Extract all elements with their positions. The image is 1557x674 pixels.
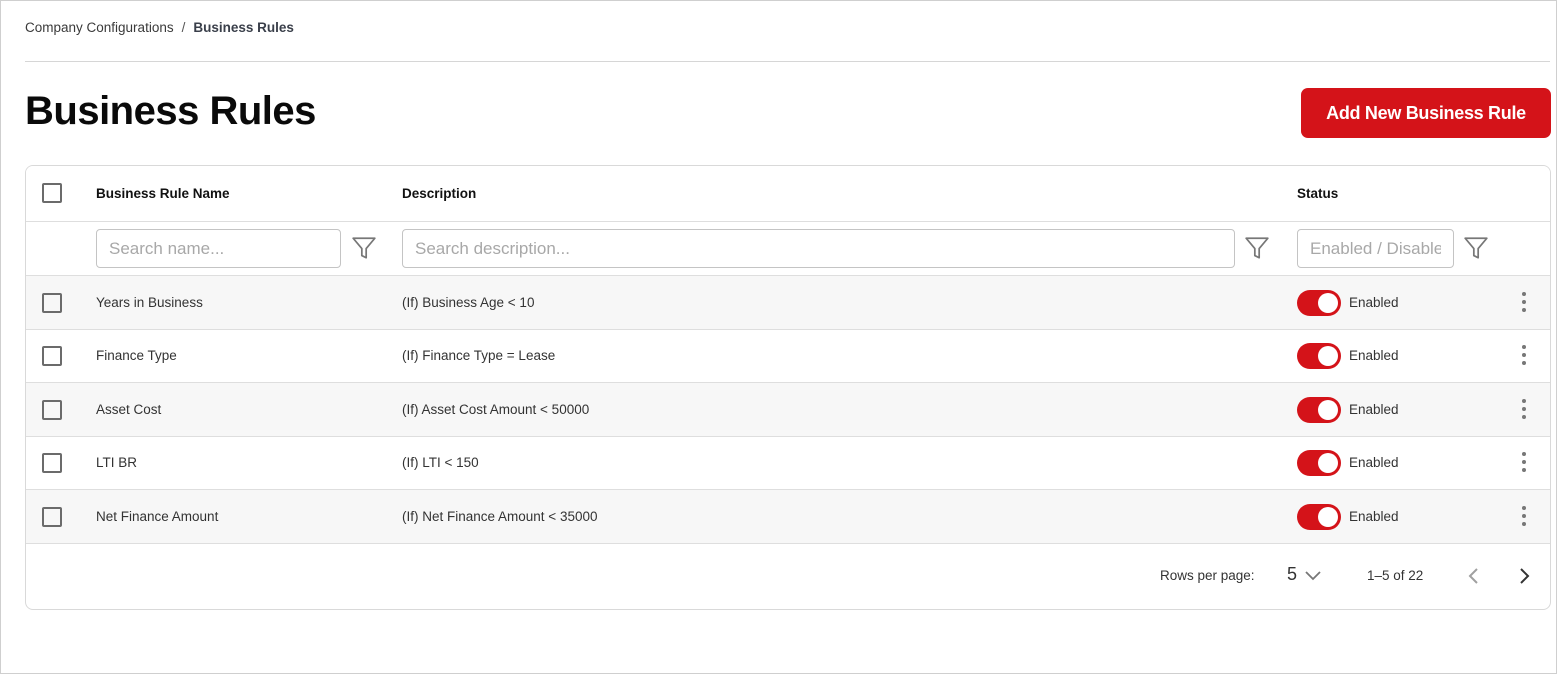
rule-name: LTI BR [96, 455, 138, 470]
table-row[interactable]: Net Finance Amount (If) Net Finance Amou… [26, 490, 1550, 544]
breadcrumb-separator: / [181, 20, 186, 35]
row-checkbox[interactable] [42, 293, 62, 313]
row-checkbox[interactable] [42, 453, 62, 473]
row-checkbox[interactable] [42, 507, 62, 527]
table-row[interactable]: Finance Type (If) Finance Type = Lease E… [26, 330, 1550, 383]
rule-description: (If) Asset Cost Amount < 50000 [402, 402, 590, 417]
status-toggle[interactable] [1297, 290, 1341, 316]
filter-icon[interactable] [1244, 235, 1270, 261]
rule-name: Net Finance Amount [96, 509, 219, 524]
status-toggle[interactable] [1297, 397, 1341, 423]
more-vertical-icon[interactable] [1520, 506, 1528, 528]
chevron-left-icon[interactable] [1466, 566, 1482, 586]
column-header-description[interactable]: Description [402, 186, 476, 201]
rule-description: (If) LTI < 150 [402, 455, 479, 470]
select-all-checkbox[interactable] [42, 183, 62, 203]
rows-per-page-label: Rows per page: [1160, 568, 1255, 583]
breadcrumb: Company Configurations / Business Rules [25, 20, 294, 35]
status-label: Enabled [1349, 455, 1399, 470]
more-vertical-icon[interactable] [1520, 452, 1528, 474]
status-label: Enabled [1349, 348, 1399, 363]
rule-description: (If) Finance Type = Lease [402, 348, 556, 363]
pagination-range: 1–5 of 22 [1367, 568, 1424, 583]
rule-name: Finance Type [96, 348, 177, 363]
status-label: Enabled [1349, 402, 1399, 417]
status-label: Enabled [1349, 295, 1399, 310]
search-description-input[interactable] [402, 229, 1235, 268]
rule-description: (If) Business Age < 10 [402, 295, 535, 310]
row-checkbox[interactable] [42, 346, 62, 366]
chevron-right-icon[interactable] [1516, 566, 1532, 586]
table-row[interactable]: LTI BR (If) LTI < 150 Enabled [26, 437, 1550, 490]
column-header-name[interactable]: Business Rule Name [96, 186, 230, 201]
status-toggle[interactable] [1297, 504, 1341, 530]
chevron-down-icon[interactable] [1304, 568, 1322, 582]
more-vertical-icon[interactable] [1520, 399, 1528, 421]
more-vertical-icon[interactable] [1520, 292, 1528, 314]
page-title: Business Rules [25, 89, 316, 133]
table-filter-row [26, 222, 1550, 276]
breadcrumb-item-company-configurations[interactable]: Company Configurations [25, 20, 174, 35]
row-checkbox[interactable] [42, 400, 62, 420]
header-divider [25, 61, 1550, 62]
business-rules-table: Business Rule Name Description Status Ye… [25, 165, 1551, 610]
column-header-status[interactable]: Status [1297, 186, 1338, 201]
status-toggle[interactable] [1297, 450, 1341, 476]
rule-name: Asset Cost [96, 402, 162, 417]
table-row[interactable]: Years in Business (If) Business Age < 10… [26, 276, 1550, 330]
table-header-row: Business Rule Name Description Status [26, 166, 1550, 222]
table-pagination: Rows per page: 5 1–5 of 22 [26, 544, 1550, 609]
add-business-rule-button[interactable]: Add New Business Rule [1301, 88, 1551, 138]
search-name-input[interactable] [96, 229, 341, 268]
filter-icon[interactable] [351, 235, 377, 261]
rule-name: Years in Business [96, 295, 203, 310]
breadcrumb-current: Business Rules [193, 20, 294, 35]
filter-icon[interactable] [1463, 235, 1489, 261]
status-label: Enabled [1349, 509, 1399, 524]
rule-description: (If) Net Finance Amount < 35000 [402, 509, 598, 524]
rows-per-page-select[interactable]: 5 [1287, 564, 1297, 585]
status-toggle[interactable] [1297, 343, 1341, 369]
search-status-input[interactable] [1297, 229, 1454, 268]
more-vertical-icon[interactable] [1520, 345, 1528, 367]
table-row[interactable]: Asset Cost (If) Asset Cost Amount < 5000… [26, 383, 1550, 437]
